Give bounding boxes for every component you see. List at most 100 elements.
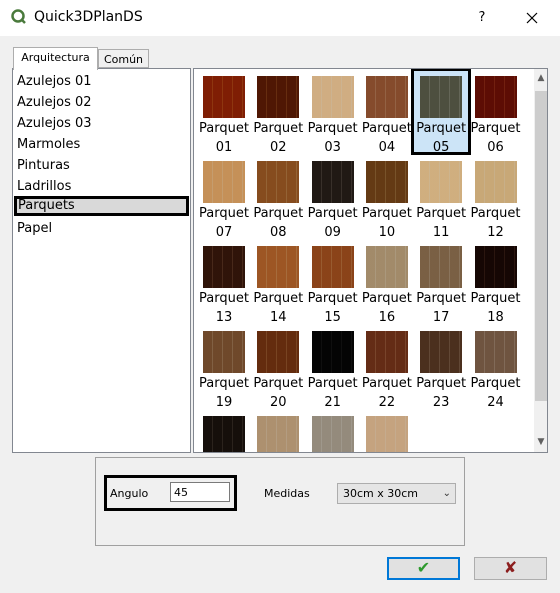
scroll-up-icon[interactable]: ▲ — [534, 69, 547, 87]
texture-number: 19 — [215, 395, 233, 410]
size-select[interactable]: 30cm x 30cm ⌄ — [337, 483, 456, 504]
cancel-button[interactable]: ✘ — [474, 557, 547, 580]
texture-name: Parquet — [470, 206, 521, 221]
texture-thumbnail — [365, 246, 408, 288]
texture-item[interactable]: Parquet 21 — [306, 326, 360, 410]
texture-thumbnail — [257, 76, 300, 118]
texture-number: 22 — [378, 395, 396, 410]
texture-thumbnail — [365, 331, 408, 373]
texture-item[interactable]: Parquet 22 — [360, 326, 414, 410]
texture-number: 14 — [270, 310, 287, 325]
texture-thumbnail — [365, 416, 408, 452]
texture-thumbnail — [257, 246, 300, 288]
category-item[interactable]: Azulejos 03 — [17, 114, 92, 134]
texture-item[interactable]: Parquet 19 — [197, 326, 251, 410]
scroll-thumb[interactable] — [535, 91, 547, 401]
category-item-selected[interactable]: Parquets — [14, 196, 189, 216]
category-item[interactable]: Ladrillos — [17, 177, 71, 197]
texture-item[interactable]: Parquet 07 — [197, 156, 251, 240]
texture-item[interactable] — [306, 411, 360, 452]
texture-name: Parquet — [361, 376, 412, 391]
category-item[interactable]: Azulejos 01 — [17, 72, 92, 92]
texture-item[interactable] — [251, 411, 305, 452]
category-item[interactable]: Azulejos 02 — [17, 93, 92, 113]
texture-number: 24 — [487, 395, 504, 410]
texture-name: Parquet — [307, 121, 358, 136]
texture-number: 15 — [324, 310, 341, 325]
texture-name: Parquet — [253, 121, 304, 136]
texture-name: Parquet — [199, 206, 249, 221]
app-logo-icon — [11, 9, 26, 24]
texture-number: 02 — [270, 140, 287, 155]
texture-item[interactable]: Parquet 01 — [197, 71, 251, 155]
tab-comun[interactable]: Común — [98, 49, 149, 68]
texture-item[interactable] — [197, 411, 251, 452]
texture-thumbnail — [311, 246, 354, 288]
texture-item[interactable]: Parquet 06 — [469, 71, 523, 155]
texture-item[interactable]: Parquet 04 — [360, 71, 414, 155]
texture-item[interactable]: Parquet 10 — [360, 156, 414, 240]
close-icon — [526, 12, 538, 24]
size-select-value: 30cm x 30cm — [343, 487, 419, 500]
texture-item[interactable] — [360, 411, 414, 452]
texture-thumbnail — [365, 76, 408, 118]
texture-thumbnail — [311, 331, 354, 373]
close-button[interactable] — [522, 8, 542, 28]
texture-number: 12 — [487, 225, 504, 240]
texture-name: Parquet — [199, 121, 249, 136]
size-label: Medidas — [264, 487, 310, 500]
vertical-scrollbar[interactable]: ▲ ▼ — [534, 69, 547, 452]
texture-name: Parquet — [470, 121, 521, 136]
texture-item[interactable]: Parquet 20 — [251, 326, 305, 410]
texture-thumbnail — [311, 416, 354, 452]
texture-item[interactable]: Parquet 15 — [306, 241, 360, 325]
texture-number: 05 — [432, 140, 450, 155]
tab-arquitectura[interactable]: Arquitectura — [13, 47, 98, 70]
texture-thumbnail — [474, 76, 517, 118]
texture-thumbnail — [257, 416, 300, 452]
texture-item[interactable]: Parquet 02 — [251, 71, 305, 155]
texture-item[interactable]: Parquet 03 — [306, 71, 360, 155]
texture-name: Parquet — [361, 291, 412, 306]
category-item[interactable]: Pinturas — [17, 156, 70, 176]
texture-thumbnail — [203, 76, 245, 118]
texture-number: 21 — [324, 395, 341, 410]
texture-number: 04 — [378, 140, 396, 155]
category-item[interactable]: Marmoles — [17, 135, 80, 155]
texture-item[interactable]: Parquet 09 — [306, 156, 360, 240]
texture-item[interactable]: Parquet 18 — [469, 241, 523, 325]
texture-number: 01 — [215, 140, 233, 155]
chevron-down-icon: ⌄ — [442, 488, 451, 499]
ok-button[interactable]: ✔ — [387, 557, 460, 580]
texture-thumbnail — [203, 161, 245, 203]
texture-name: Parquet — [253, 206, 304, 221]
texture-item[interactable]: Parquet 13 — [197, 241, 251, 325]
texture-item[interactable]: Parquet 11 — [414, 156, 468, 240]
texture-thumbnail — [474, 246, 517, 288]
texture-item[interactable]: Parquet 08 — [251, 156, 305, 240]
texture-thumbnail — [365, 161, 408, 203]
texture-name: Parquet — [199, 376, 249, 391]
texture-name: Parquet — [416, 206, 467, 221]
texture-number: 10 — [378, 225, 396, 240]
scroll-down-icon[interactable]: ▼ — [534, 433, 547, 451]
texture-number: 20 — [270, 395, 287, 410]
texture-number: 07 — [215, 225, 233, 240]
texture-name: Parquet — [361, 206, 412, 221]
texture-item[interactable]: Parquet 23 — [414, 326, 468, 410]
category-item[interactable]: Papel — [17, 219, 52, 239]
texture-number: 13 — [215, 310, 233, 325]
texture-item[interactable]: Parquet 14 — [251, 241, 305, 325]
texture-item[interactable]: Parquet 12 — [469, 156, 523, 240]
texture-name: Parquet — [253, 376, 304, 391]
texture-name: Parquet — [470, 291, 521, 306]
cross-icon: ✘ — [503, 558, 518, 577]
angle-input[interactable] — [170, 482, 230, 502]
texture-name: Parquet — [361, 121, 412, 136]
texture-item[interactable]: Parquet 05 — [411, 69, 472, 155]
texture-name: Parquet — [307, 291, 358, 306]
help-button[interactable]: ? — [472, 8, 492, 28]
texture-item[interactable]: Parquet 24 — [469, 326, 523, 410]
texture-item[interactable]: Parquet 17 — [414, 241, 468, 325]
texture-item[interactable]: Parquet 16 — [360, 241, 414, 325]
